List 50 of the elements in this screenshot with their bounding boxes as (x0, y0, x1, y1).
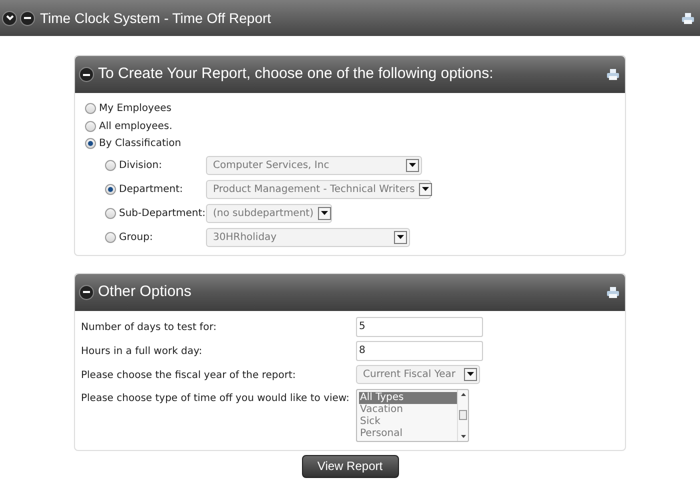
input-field[interactable]: 5 (356, 316, 483, 336)
collapse-icon[interactable] (20, 10, 35, 26)
field-label: Please choose the fiscal year of the report: (81, 368, 297, 382)
window-title: Time Clock System - Time Off Report (40, 8, 272, 28)
collapse-icon[interactable] (79, 67, 94, 82)
scroll-up-icon[interactable] (460, 392, 466, 396)
dropdown-caret-icon (418, 182, 432, 196)
scroll-thumb[interactable] (459, 410, 467, 420)
radio-label: My Employees (99, 102, 172, 116)
radio-button[interactable] (85, 103, 96, 114)
radio-label: Department: (119, 182, 183, 196)
scrollbar[interactable] (457, 390, 468, 440)
dropdown-caret-icon (318, 206, 330, 220)
list-option[interactable]: Vacation (359, 404, 457, 416)
field-label: Number of days to test for: (81, 320, 218, 334)
view-report-button[interactable]: View Report (302, 454, 398, 478)
dropdown-select[interactable]: Product Management - Technical Writers (206, 180, 431, 198)
dropdown-caret-icon (464, 368, 477, 380)
dropdown-select[interactable]: Current Fiscal Year (356, 364, 480, 384)
list-box[interactable]: All Types Vacation Sick Personal (356, 388, 469, 442)
scroll-down-icon[interactable] (460, 434, 466, 438)
printer-icon[interactable] (607, 286, 619, 298)
list-option[interactable]: All Types (359, 392, 457, 404)
radio-label: Sub-Department: (119, 206, 206, 220)
radio-button[interactable] (105, 184, 116, 194)
radio-label: Group: (119, 230, 153, 244)
panel-title: Other Options (98, 282, 192, 302)
radio-label: All employees. (99, 120, 172, 134)
collapse-icon[interactable] (79, 284, 94, 300)
radio-button[interactable] (105, 160, 116, 170)
dropdown-caret-icon (394, 230, 407, 244)
expand-icon[interactable] (2, 10, 17, 26)
radio-button[interactable] (105, 232, 116, 242)
radio-button[interactable] (85, 120, 96, 132)
input-field[interactable]: 8 (356, 340, 483, 360)
dropdown-caret-icon (406, 158, 419, 172)
field-label: Please choose type of time off you would like to view: (81, 392, 350, 406)
dropdown-select[interactable]: 30HRholiday (206, 228, 410, 246)
dropdown-select[interactable]: Computer Services, Inc (206, 156, 422, 174)
list-option[interactable]: Personal (359, 428, 457, 440)
radio-button[interactable] (85, 138, 96, 150)
radio-label: By Classification (99, 137, 182, 152)
list-option[interactable]: Sick (359, 416, 457, 428)
field-label: Hours in a full work day: (81, 344, 204, 358)
radio-label: Division: (119, 158, 162, 172)
printer-icon[interactable] (682, 12, 694, 24)
printer-icon[interactable] (607, 69, 619, 80)
dropdown-select[interactable]: (no subdepartment) (206, 204, 332, 222)
panel-title: To Create Your Report, choose one of the following options: (98, 64, 494, 84)
radio-button[interactable] (105, 208, 116, 218)
